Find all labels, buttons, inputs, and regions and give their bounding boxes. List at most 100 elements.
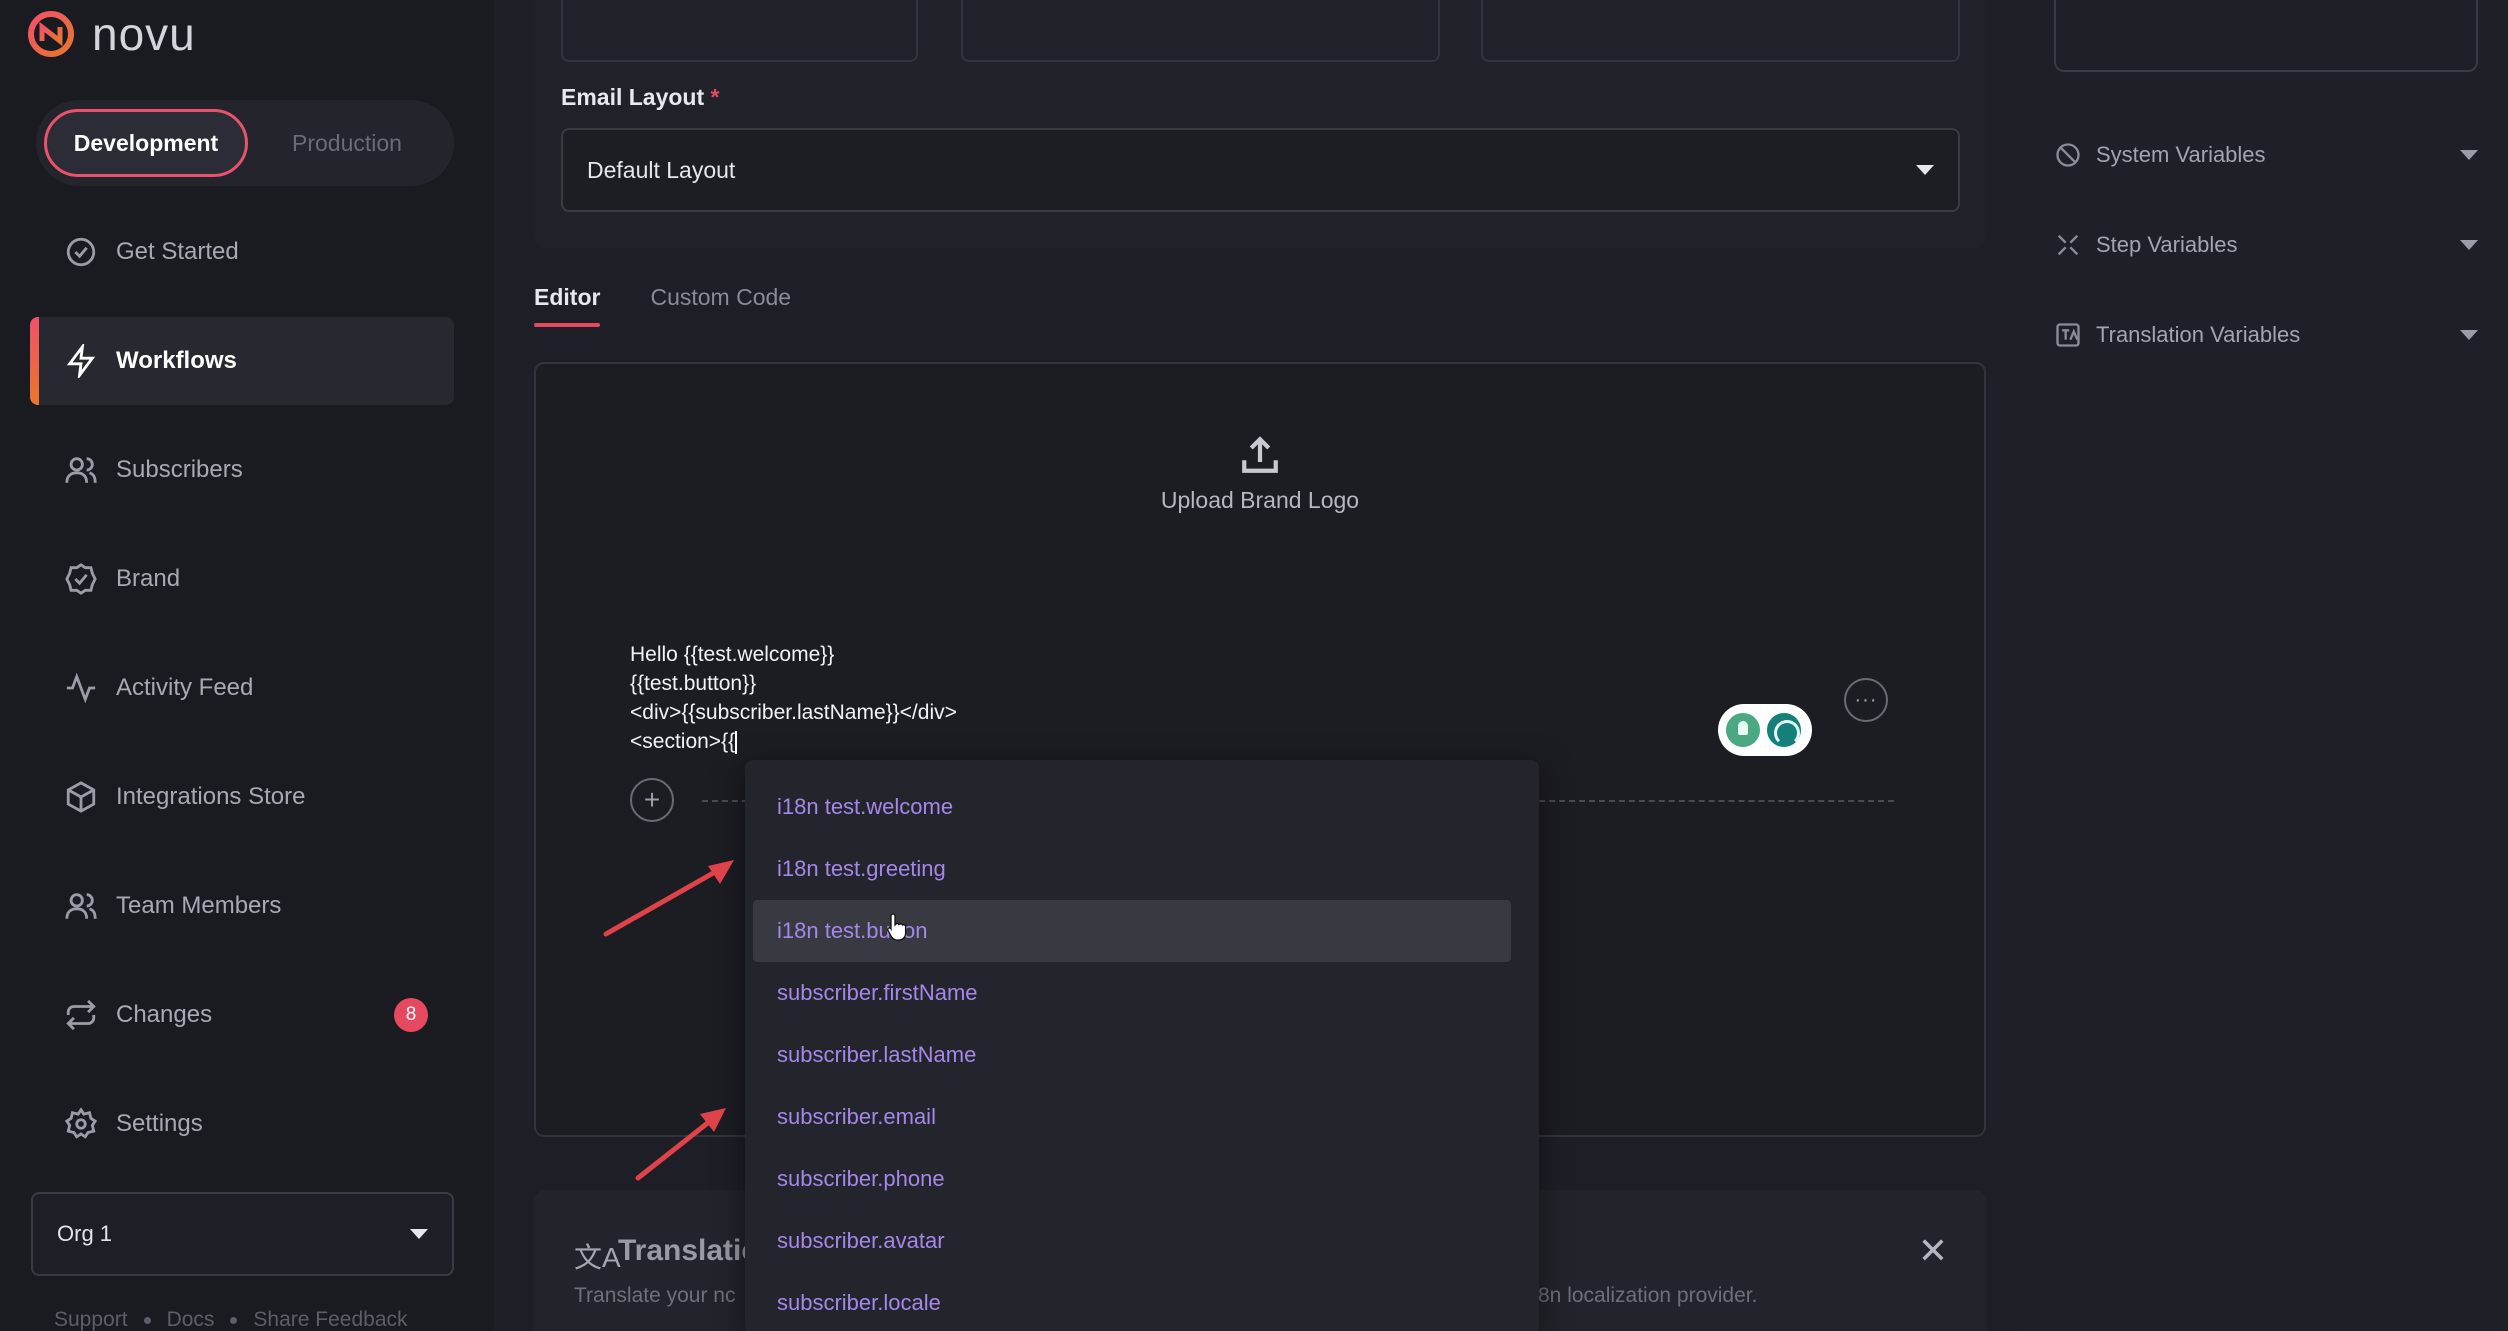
- annotation-arrow: [635, 1108, 726, 1181]
- settings-input-2[interactable]: [961, 0, 1440, 62]
- box-icon: [66, 781, 96, 813]
- editor-tabs: Editor Custom Code: [534, 284, 791, 327]
- editor-line: Hello {{test.welcome}}: [630, 643, 835, 666]
- autocomplete-item[interactable]: i18n test.welcome: [753, 776, 1511, 838]
- editor-line: {{test.button}}: [630, 672, 757, 695]
- step-variables-toggle[interactable]: Step Variables: [2054, 220, 2478, 270]
- assistant-logo-icon: [1764, 710, 1804, 750]
- upload-brand-logo[interactable]: Upload Brand Logo: [536, 434, 1984, 514]
- tab-editor[interactable]: Editor: [534, 284, 601, 327]
- settings-input-1[interactable]: [561, 0, 918, 62]
- system-variables-icon: [2056, 143, 2080, 167]
- step-variables-label: Step Variables: [2096, 232, 2238, 257]
- changes-count-badge: 8: [394, 998, 428, 1032]
- autocomplete-item[interactable]: subscriber.phone: [753, 1148, 1511, 1210]
- email-layout-select[interactable]: Default Layout: [561, 128, 1960, 212]
- users-icon: [65, 457, 97, 483]
- translation-description-continued: 8n localization provider.: [1538, 1284, 1758, 1307]
- main-nav: Get Started Workflows Subscribers Brand …: [30, 208, 454, 1189]
- autocomplete-item-selected[interactable]: i18n test.button: [753, 900, 1511, 962]
- step-settings-card: Email Layout * Default Layout: [534, 0, 1986, 248]
- organization-select[interactable]: Org 1: [31, 1192, 454, 1276]
- step-variables-icon: [2057, 234, 2079, 256]
- autocomplete-item[interactable]: subscriber.firstName: [753, 962, 1511, 1024]
- separator-dot: [230, 1316, 238, 1324]
- email-layout-label: Email Layout *: [561, 84, 720, 110]
- chevron-down-icon: [2460, 240, 2478, 250]
- autocomplete-item[interactable]: i18n test.greeting: [753, 838, 1511, 900]
- nav-label: Settings: [116, 1110, 203, 1137]
- team-icon: [65, 893, 97, 919]
- chevron-down-icon: [2460, 150, 2478, 160]
- nav-item-activity-feed[interactable]: Activity Feed: [30, 644, 454, 732]
- gear-icon: [64, 1107, 98, 1139]
- nav-item-changes[interactable]: Changes 8: [30, 971, 454, 1059]
- lightbulb-icon: [1726, 713, 1760, 747]
- translate-icon: 文A: [574, 1242, 621, 1273]
- novu-logo[interactable]: novu: [28, 6, 196, 62]
- tab-custom-code[interactable]: Custom Code: [650, 284, 791, 327]
- autocomplete-item[interactable]: subscriber.email: [753, 1086, 1511, 1148]
- settings-input-3[interactable]: [1481, 0, 1960, 62]
- environment-switch: Development Production: [36, 100, 454, 186]
- translation-variables-toggle[interactable]: Translation Variables: [2054, 310, 2478, 360]
- org-selected-value: Org 1: [57, 1221, 113, 1246]
- separator-dot: [143, 1316, 151, 1324]
- upload-icon: [1242, 436, 1278, 473]
- env-development-button[interactable]: Development: [44, 109, 248, 177]
- nav-label: Get Started: [116, 238, 239, 265]
- nav-item-subscribers[interactable]: Subscribers: [30, 426, 454, 514]
- check-circle-icon: [66, 237, 96, 267]
- chevron-down-icon: [410, 1229, 428, 1239]
- nav-item-team-members[interactable]: Team Members: [30, 862, 454, 950]
- upload-brand-logo-label: Upload Brand Logo: [1160, 487, 1360, 513]
- translation-variables-label: Translation Variables: [2096, 322, 2301, 347]
- env-production-button[interactable]: Production: [248, 109, 446, 177]
- close-icon[interactable]: ✕: [1918, 1230, 1948, 1272]
- share-feedback-link[interactable]: Share Feedback: [253, 1308, 407, 1331]
- system-variables-label: System Variables: [2096, 142, 2266, 167]
- editor-line: <div>{{subscriber.lastName}}</div>: [630, 701, 957, 724]
- more-options-button[interactable]: ···: [1844, 678, 1888, 722]
- sidebar: novu Development Production Get Started …: [0, 0, 494, 1331]
- brand-name: novu: [92, 8, 196, 60]
- nav-label: Workflows: [116, 347, 237, 374]
- activity-icon: [66, 672, 96, 704]
- nav-item-integrations-store[interactable]: Integrations Store: [30, 753, 454, 841]
- autocomplete-item[interactable]: subscriber.avatar: [753, 1210, 1511, 1272]
- nav-label: Team Members: [116, 892, 282, 919]
- chevron-down-icon: [2460, 330, 2478, 340]
- nav-label: Subscribers: [116, 456, 243, 483]
- chevron-down-icon: [1916, 165, 1934, 175]
- docs-link[interactable]: Docs: [167, 1308, 215, 1331]
- autocomplete-item[interactable]: subscriber.locale: [753, 1272, 1511, 1331]
- nav-item-brand[interactable]: Brand: [30, 535, 454, 623]
- hand-pointer-icon: [887, 913, 907, 941]
- nav-label: Activity Feed: [116, 674, 254, 701]
- support-link[interactable]: Support: [54, 1308, 128, 1331]
- badge-check-icon: [65, 563, 97, 595]
- editor-line-current: <section>{{: [630, 730, 738, 754]
- grammar-assistant-widget[interactable]: [1718, 704, 1812, 756]
- nav-item-settings[interactable]: Settings: [30, 1080, 454, 1168]
- annotation-arrow: [603, 860, 734, 937]
- translate-icon: [2056, 323, 2080, 347]
- system-variables-toggle[interactable]: System Variables: [2054, 130, 2478, 180]
- add-block-button[interactable]: +: [630, 778, 674, 822]
- autocomplete-item[interactable]: subscriber.lastName: [753, 1024, 1511, 1086]
- variables-search-input[interactable]: [2054, 0, 2478, 72]
- translation-description: Translate your nc: [574, 1284, 736, 1307]
- nav-item-get-started[interactable]: Get Started: [30, 208, 454, 296]
- text-cursor: [735, 730, 738, 754]
- variable-autocomplete-menu: i18n test.welcome i18n test.greeting i18…: [745, 760, 1539, 1331]
- nav-label: Brand: [116, 565, 181, 592]
- novu-logo-icon: [28, 11, 74, 57]
- lightning-icon: [66, 344, 96, 378]
- footer-links: Support Docs Share Feedback: [54, 1308, 408, 1331]
- nav-label: Integrations Store: [116, 783, 306, 810]
- email-layout-value: Default Layout: [587, 156, 736, 183]
- nav-item-workflows[interactable]: Workflows: [30, 317, 454, 405]
- editor-content[interactable]: Hello {{test.welcome}} {{test.button}} <di…: [630, 640, 957, 756]
- variables-panel: System Variables Step Variables Translat…: [2020, 0, 2508, 1331]
- nav-label: Changes: [116, 1001, 213, 1028]
